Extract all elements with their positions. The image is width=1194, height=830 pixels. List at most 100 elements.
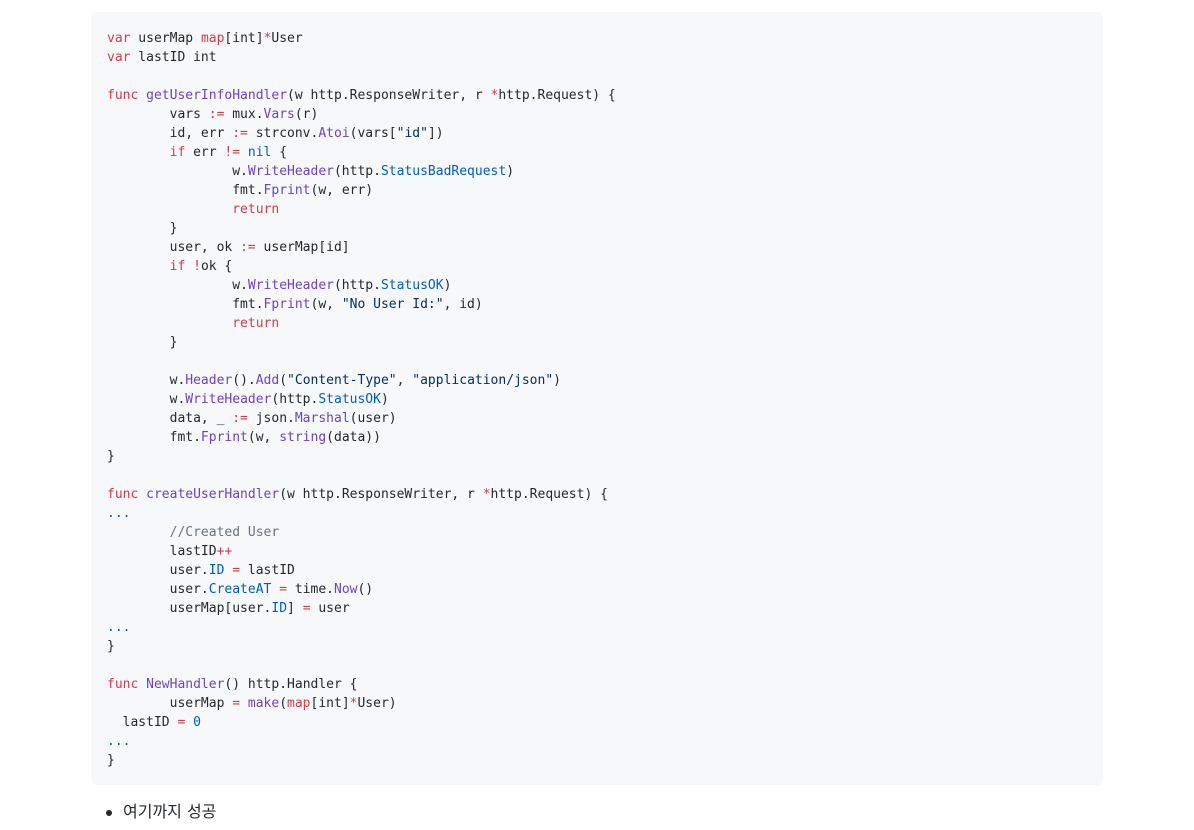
code-token: vars	[107, 107, 209, 122]
code-token: Add	[255, 373, 280, 388]
code-token: var	[107, 31, 131, 46]
code-line: return	[107, 200, 1087, 219]
code-token: !=	[224, 145, 241, 160]
code-token: ...	[107, 620, 131, 635]
code-token: StatusOK	[380, 278, 444, 293]
code-token: [int]	[224, 31, 264, 46]
code-token: WriteHeader	[185, 392, 272, 407]
code-token: 0	[193, 715, 201, 730]
code-token: w.	[107, 373, 186, 388]
code-token: User)	[357, 696, 397, 711]
code-line: w.WriteHeader(http.StatusOK)	[107, 276, 1087, 295]
code-token: "id"	[396, 126, 428, 141]
code-token: ok {	[200, 259, 233, 274]
code-token: http.Request) {	[498, 88, 616, 103]
code-token: "application/json"	[412, 373, 554, 388]
code-line: fmt.Fprint(w, err)	[107, 181, 1087, 200]
code-token: }	[107, 221, 178, 236]
code-token: string	[279, 430, 327, 445]
code-token: :=	[208, 107, 225, 122]
code-token: Fprint	[263, 183, 311, 198]
code-token: (r)	[294, 107, 319, 122]
code-line: }	[107, 637, 1087, 656]
code-token: lastID int	[130, 50, 217, 65]
code-token: (	[279, 373, 288, 388]
code-line: lastID = 0	[107, 713, 1087, 732]
code-token: =	[279, 582, 288, 597]
code-line: }	[107, 333, 1087, 352]
code-token: WriteHeader	[247, 164, 334, 179]
code-token: Fprint	[200, 430, 248, 445]
code-token: ().	[232, 373, 256, 388]
list-item: 여기까지 성공	[104, 800, 216, 824]
code-token: http.Request) {	[490, 487, 608, 502]
code-token: nil	[247, 145, 272, 160]
code-line: ​	[107, 656, 1087, 675]
code-token: (http.	[333, 164, 381, 179]
code-token: id, err	[107, 126, 233, 141]
code-token: createUserHandler	[146, 487, 280, 502]
code-token: getUserInfoHandler	[146, 88, 288, 103]
code-token: func	[107, 677, 139, 692]
code-token: ()	[357, 582, 374, 597]
code-token: return	[232, 316, 280, 331]
code-token: w.	[107, 392, 186, 407]
code-line: fmt.Fprint(w, string(data))	[107, 428, 1087, 447]
code-token: w.	[107, 164, 248, 179]
code-token: mux.	[224, 107, 264, 122]
code-token: ]	[287, 601, 303, 616]
code-token: )	[506, 164, 515, 179]
code-line: data, _ := json.Marshal(user)	[107, 409, 1087, 428]
code-token: time.	[287, 582, 334, 597]
code-token: (http.	[271, 392, 319, 407]
code-token: , id)	[443, 297, 483, 312]
bullet-dot-icon	[106, 810, 112, 816]
code-line: ​	[107, 67, 1087, 86]
code-token: lastID	[240, 563, 295, 578]
code-line: ...	[107, 618, 1087, 637]
code-token: user.	[107, 582, 209, 597]
code-token: !	[193, 259, 201, 274]
code-line: w.WriteHeader(http.StatusOK)	[107, 390, 1087, 409]
code-block: var userMap map[int]*Uservar lastID int​…	[91, 12, 1103, 785]
code-token: CreateAT	[208, 582, 272, 597]
code-token: (w,	[310, 297, 342, 312]
code-line: vars := mux.Vars(r)	[107, 105, 1087, 124]
code-line: w.WriteHeader(http.StatusBadRequest)	[107, 162, 1087, 181]
code-line: userMap[user.ID] = user	[107, 599, 1087, 618]
code-token: userMap[id]	[255, 240, 350, 255]
code-token: {	[271, 145, 288, 160]
code-token: json.	[247, 411, 295, 426]
code-token: ID	[271, 601, 288, 616]
code-token: lastID	[107, 715, 178, 730]
code-token: Now	[334, 582, 358, 597]
code-token: ID	[208, 563, 225, 578]
code-token: func	[107, 88, 139, 103]
code-token: lastID	[107, 544, 217, 559]
code-token: }	[107, 753, 115, 768]
list-item-text: 여기까지 성공	[123, 802, 217, 821]
code-line: userMap = make(map[int]*User)	[107, 694, 1087, 713]
code-token: (http.	[333, 278, 381, 293]
code-line: id, err := strconv.Atoi(vars["id"])	[107, 124, 1087, 143]
code-token: (user)	[349, 411, 397, 426]
code-token: var	[107, 50, 131, 65]
code-line: user.ID = lastID	[107, 561, 1087, 580]
code-token: if	[169, 259, 186, 274]
code-token: user, ok	[107, 240, 241, 255]
bullet-list: 여기까지 성공	[104, 800, 216, 824]
code-line: }	[107, 219, 1087, 238]
code-token: //Created User	[107, 525, 280, 540]
code-token: ...	[107, 734, 131, 749]
code-line: user.CreateAT = time.Now()	[107, 580, 1087, 599]
code-token: map	[287, 696, 311, 711]
code-token: strconv.	[247, 126, 319, 141]
code-token: }	[107, 335, 178, 350]
code-line: func createUserHandler(w http.ResponseWr…	[107, 485, 1087, 504]
code-line: if !ok {	[107, 257, 1087, 276]
code-token: ...	[107, 506, 131, 521]
